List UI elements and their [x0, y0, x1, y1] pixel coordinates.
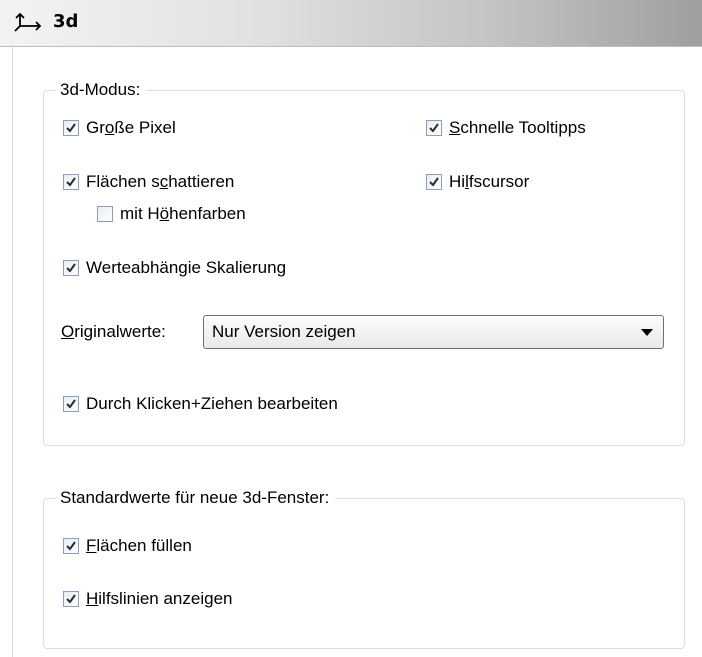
checkbox-box[interactable]: [63, 591, 79, 607]
value-scaling-checkbox[interactable]: Werteabhängie Skalierung: [63, 258, 286, 278]
large-pixels-checkbox[interactable]: Große Pixel: [63, 118, 176, 138]
checkbox-box[interactable]: [426, 120, 442, 136]
checkbox-box[interactable]: [63, 120, 79, 136]
height-colors-label: mit Höhenfarben: [120, 204, 246, 223]
left-border: [12, 47, 13, 657]
check-icon: [66, 123, 76, 133]
group-3d-mode-legend: 3d-Modus:: [56, 80, 147, 100]
checkbox-box[interactable]: [63, 174, 79, 190]
height-colors-checkbox[interactable]: mit Höhenfarben: [97, 204, 246, 224]
checkbox-box[interactable]: [63, 538, 79, 554]
helper-cursor-label: Hilfscursor: [449, 172, 530, 191]
checkbox-box[interactable]: [97, 206, 113, 222]
original-values-selected: Nur Version zeigen: [212, 322, 356, 341]
check-icon: [429, 123, 439, 133]
check-icon: [66, 594, 76, 604]
original-values-label: Originalwerte:: [61, 322, 166, 341]
fast-tooltips-checkbox[interactable]: Schnelle Tooltipps: [426, 118, 586, 138]
show-guides-checkbox[interactable]: Hilfslinien anzeigen: [63, 589, 232, 609]
check-icon: [429, 177, 439, 187]
original-values-select[interactable]: Nur Version zeigen: [203, 315, 664, 349]
fill-faces-label: Flächen füllen: [86, 536, 192, 555]
click-drag-edit-label: Durch Klicken+Ziehen bearbeiten: [86, 394, 338, 413]
3d-axes-icon: [14, 12, 42, 32]
shade-faces-checkbox[interactable]: Flächen schattieren: [63, 172, 234, 192]
helper-cursor-checkbox[interactable]: Hilfscursor: [426, 172, 529, 192]
group-defaults: Standardwerte für neue 3d-Fenster:: [43, 488, 685, 649]
fast-tooltips-label: Schnelle Tooltipps: [449, 118, 586, 137]
check-icon: [66, 399, 76, 409]
value-scaling-label: Werteabhängie Skalierung: [86, 258, 287, 277]
check-icon: [66, 263, 76, 273]
checkbox-box[interactable]: [63, 260, 79, 276]
shade-faces-label: Flächen schattieren: [86, 172, 235, 191]
checkbox-box[interactable]: [63, 396, 79, 412]
check-icon: [66, 541, 76, 551]
checkbox-box[interactable]: [426, 174, 442, 190]
section-header: 3d: [0, 0, 702, 47]
section-title: 3d: [53, 11, 79, 32]
group-defaults-legend: Standardwerte für neue 3d-Fenster:: [56, 488, 336, 508]
check-icon: [66, 177, 76, 187]
show-guides-label: Hilfslinien anzeigen: [86, 589, 233, 608]
chevron-down-icon[interactable]: [641, 329, 653, 336]
fill-faces-checkbox[interactable]: Flächen füllen: [63, 536, 192, 556]
large-pixels-label: Große Pixel: [86, 118, 176, 137]
click-drag-edit-checkbox[interactable]: Durch Klicken+Ziehen bearbeiten: [63, 394, 338, 414]
